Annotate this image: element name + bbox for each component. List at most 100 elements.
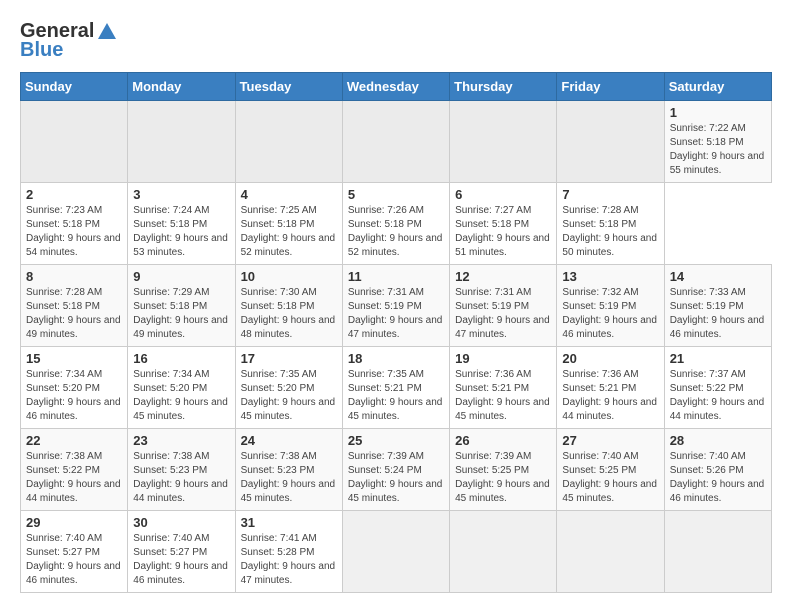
calendar-cell: 7Sunrise: 7:28 AMSunset: 5:18 PMDaylight…	[557, 183, 664, 265]
header-cell-saturday: Saturday	[664, 73, 771, 101]
calendar-cell: 25 Sunrise: 7:39 AMSunset: 5:24 PMDayligh…	[342, 429, 449, 511]
cell-content: Sunrise: 7:26 AMSunset: 5:18 PMDaylight:…	[348, 204, 444, 260]
week-row-3: 8 Sunrise: 7:28 AMSunset: 5:18 PMDaylight…	[21, 265, 772, 347]
calendar-cell	[450, 101, 557, 183]
cell-content: Sunrise: 7:40 AMSunset: 5:26 PMDaylight:…	[670, 450, 766, 506]
cell-content: Sunrise: 7:24 AMSunset: 5:18 PMDaylight:…	[133, 204, 229, 260]
day-number: 8	[26, 269, 122, 284]
day-number: 3	[133, 187, 229, 202]
calendar-cell	[342, 511, 449, 593]
day-number: 10	[241, 269, 337, 284]
cell-content: Sunrise: 7:37 AMSunset: 5:22 PMDaylight:…	[670, 368, 766, 424]
calendar-cell	[235, 101, 342, 183]
cell-content: Sunrise: 7:25 AMSunset: 5:18 PMDaylight:…	[241, 204, 337, 260]
day-number: 30	[133, 515, 229, 530]
day-number: 15	[26, 351, 122, 366]
calendar-cell: 9 Sunrise: 7:29 AMSunset: 5:18 PMDaylight…	[128, 265, 235, 347]
week-row-6: 29 Sunrise: 7:40 AMSunset: 5:27 PMDayligh…	[21, 511, 772, 593]
header-cell-monday: Monday	[128, 73, 235, 101]
day-number: 11	[348, 269, 444, 284]
calendar-cell	[557, 101, 664, 183]
header-cell-thursday: Thursday	[450, 73, 557, 101]
week-row-5: 22Sunrise: 7:38 AMSunset: 5:22 PMDayligh…	[21, 429, 772, 511]
calendar-cell	[450, 511, 557, 593]
day-number: 4	[241, 187, 337, 202]
day-number: 25	[348, 433, 444, 448]
cell-content: Sunrise: 7:35 AMSunset: 5:20 PMDaylight:…	[241, 368, 337, 424]
day-number: 9	[133, 269, 229, 284]
cell-content: Sunrise: 7:33 AMSunset: 5:19 PMDaylight:…	[670, 286, 766, 342]
calendar-cell: 13Sunrise: 7:32 AMSunset: 5:19 PMDayligh…	[557, 265, 664, 347]
day-number: 23	[133, 433, 229, 448]
cell-content: Sunrise: 7:34 AMSunset: 5:20 PMDaylight:…	[133, 368, 229, 424]
calendar-cell	[342, 101, 449, 183]
cell-content: Sunrise: 7:39 AMSunset: 5:25 PMDaylight:…	[455, 450, 551, 506]
day-number: 31	[241, 515, 337, 530]
day-number: 19	[455, 351, 551, 366]
day-number: 6	[455, 187, 551, 202]
calendar-cell	[664, 511, 771, 593]
calendar-cell: 12Sunrise: 7:31 AMSunset: 5:19 PMDayligh…	[450, 265, 557, 347]
logo-blue: Blue	[20, 39, 63, 62]
calendar-cell: 3 Sunrise: 7:24 AMSunset: 5:18 PMDaylight…	[128, 183, 235, 265]
day-number: 20	[562, 351, 658, 366]
day-number: 1	[670, 105, 766, 120]
day-number: 14	[670, 269, 766, 284]
calendar-header: SundayMondayTuesdayWednesdayThursdayFrid…	[21, 73, 772, 101]
day-number: 22	[26, 433, 122, 448]
cell-content: Sunrise: 7:27 AMSunset: 5:18 PMDaylight:…	[455, 204, 551, 260]
cell-content: Sunrise: 7:40 AMSunset: 5:25 PMDaylight:…	[562, 450, 658, 506]
cell-content: Sunrise: 7:41 AMSunset: 5:28 PMDaylight:…	[241, 532, 337, 588]
cell-content: Sunrise: 7:28 AMSunset: 5:18 PMDaylight:…	[26, 286, 122, 342]
calendar-cell: 4 Sunrise: 7:25 AMSunset: 5:18 PMDaylight…	[235, 183, 342, 265]
cell-content: Sunrise: 7:34 AMSunset: 5:20 PMDaylight:…	[26, 368, 122, 424]
cell-content: Sunrise: 7:36 AMSunset: 5:21 PMDaylight:…	[455, 368, 551, 424]
calendar-cell: 20 Sunrise: 7:36 AMSunset: 5:21 PMDayligh…	[557, 347, 664, 429]
cell-content: Sunrise: 7:38 AMSunset: 5:23 PMDaylight:…	[241, 450, 337, 506]
calendar-cell: 6 Sunrise: 7:27 AMSunset: 5:18 PMDaylight…	[450, 183, 557, 265]
cell-content: Sunrise: 7:28 AMSunset: 5:18 PMDaylight:…	[562, 204, 658, 260]
calendar-cell: 30 Sunrise: 7:40 AMSunset: 5:27 PMDayligh…	[128, 511, 235, 593]
calendar-cell: 11 Sunrise: 7:31 AMSunset: 5:19 PMDayligh…	[342, 265, 449, 347]
cell-content: Sunrise: 7:36 AMSunset: 5:21 PMDaylight:…	[562, 368, 658, 424]
calendar-cell: 2Sunrise: 7:23 AMSunset: 5:18 PMDaylight…	[21, 183, 128, 265]
calendar-cell: 28Sunrise: 7:40 AMSunset: 5:26 PMDayligh…	[664, 429, 771, 511]
day-number: 17	[241, 351, 337, 366]
calendar-cell: 19 Sunrise: 7:36 AMSunset: 5:21 PMDayligh…	[450, 347, 557, 429]
cell-content: Sunrise: 7:38 AMSunset: 5:23 PMDaylight:…	[133, 450, 229, 506]
logo: General Blue	[20, 20, 118, 62]
day-number: 18	[348, 351, 444, 366]
calendar-cell: 18 Sunrise: 7:35 AMSunset: 5:21 PMDayligh…	[342, 347, 449, 429]
cell-content: Sunrise: 7:39 AMSunset: 5:24 PMDaylight:…	[348, 450, 444, 506]
header: General Blue	[20, 20, 772, 62]
cell-content: Sunrise: 7:31 AMSunset: 5:19 PMDaylight:…	[348, 286, 444, 342]
day-number: 12	[455, 269, 551, 284]
cell-content: Sunrise: 7:35 AMSunset: 5:21 PMDaylight:…	[348, 368, 444, 424]
day-number: 16	[133, 351, 229, 366]
cell-content: Sunrise: 7:40 AMSunset: 5:27 PMDaylight:…	[26, 532, 122, 588]
cell-content: Sunrise: 7:40 AMSunset: 5:27 PMDaylight:…	[133, 532, 229, 588]
calendar-cell	[128, 101, 235, 183]
calendar-cell: 17 Sunrise: 7:35 AMSunset: 5:20 PMDayligh…	[235, 347, 342, 429]
day-number: 29	[26, 515, 122, 530]
calendar-cell: 31 Sunrise: 7:41 AMSunset: 5:28 PMDayligh…	[235, 511, 342, 593]
calendar-body: 1 Sunrise: 7:22 AMSunset: 5:18 PMDaylight…	[21, 101, 772, 593]
day-number: 26	[455, 433, 551, 448]
header-cell-sunday: Sunday	[21, 73, 128, 101]
calendar-cell: 10 Sunrise: 7:30 AMSunset: 5:18 PMDayligh…	[235, 265, 342, 347]
calendar-cell: 24Sunrise: 7:38 AMSunset: 5:23 PMDayligh…	[235, 429, 342, 511]
calendar-cell: 5 Sunrise: 7:26 AMSunset: 5:18 PMDaylight…	[342, 183, 449, 265]
calendar-cell: 1 Sunrise: 7:22 AMSunset: 5:18 PMDaylight…	[664, 101, 771, 183]
cell-content: Sunrise: 7:29 AMSunset: 5:18 PMDaylight:…	[133, 286, 229, 342]
cell-content: Sunrise: 7:22 AMSunset: 5:18 PMDaylight:…	[670, 122, 766, 178]
header-row: SundayMondayTuesdayWednesdayThursdayFrid…	[21, 73, 772, 101]
calendar-cell: 26 Sunrise: 7:39 AMSunset: 5:25 PMDayligh…	[450, 429, 557, 511]
day-number: 5	[348, 187, 444, 202]
calendar-cell: 22Sunrise: 7:38 AMSunset: 5:22 PMDayligh…	[21, 429, 128, 511]
week-row-2: 2Sunrise: 7:23 AMSunset: 5:18 PMDaylight…	[21, 183, 772, 265]
calendar-cell: 29 Sunrise: 7:40 AMSunset: 5:27 PMDayligh…	[21, 511, 128, 593]
week-row-1: 1 Sunrise: 7:22 AMSunset: 5:18 PMDaylight…	[21, 101, 772, 183]
week-row-4: 15 Sunrise: 7:34 AMSunset: 5:20 PMDayligh…	[21, 347, 772, 429]
calendar-cell: 8 Sunrise: 7:28 AMSunset: 5:18 PMDaylight…	[21, 265, 128, 347]
cell-content: Sunrise: 7:30 AMSunset: 5:18 PMDaylight:…	[241, 286, 337, 342]
